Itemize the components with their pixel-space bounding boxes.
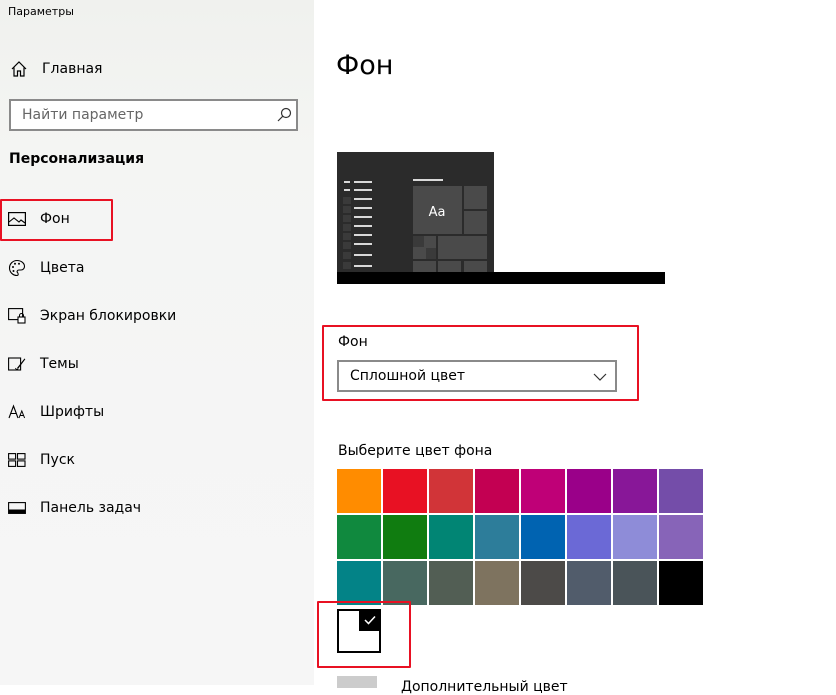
color-swatch[interactable]: [337, 515, 381, 559]
color-swatch[interactable]: [521, 515, 565, 559]
color-swatch[interactable]: [659, 561, 703, 605]
fonts-icon: [8, 403, 26, 421]
color-swatch[interactable]: [521, 561, 565, 605]
taskbar-icon: [8, 499, 26, 517]
color-swatch[interactable]: [613, 515, 657, 559]
sidebar-item-label: Панель задач: [40, 500, 142, 516]
sidebar-item-label: Пуск: [40, 452, 75, 468]
preview-tile-text: Aa: [429, 205, 446, 220]
color-swatch[interactable]: [659, 469, 703, 513]
color-swatch-grid: [337, 469, 703, 605]
color-swatch[interactable]: [429, 515, 473, 559]
search-placeholder: Найти параметр: [22, 107, 144, 123]
desktop-preview: Aa: [337, 152, 665, 284]
app-title: Параметры: [8, 5, 74, 18]
sidebar: Параметры Главная Найти параметр Персона…: [0, 0, 314, 685]
highlight-box-dropdown: [322, 325, 639, 401]
search-input[interactable]: Найти параметр: [9, 99, 298, 131]
color-swatch[interactable]: [429, 561, 473, 605]
color-swatch[interactable]: [337, 469, 381, 513]
page-title: Фон: [336, 50, 394, 81]
home-link[interactable]: Главная: [10, 58, 102, 80]
color-swatch[interactable]: [337, 561, 381, 605]
color-swatch[interactable]: [567, 469, 611, 513]
color-swatch[interactable]: [383, 561, 427, 605]
sidebar-item-colors[interactable]: Цвета: [8, 256, 84, 280]
sidebar-item-label: Цвета: [40, 260, 85, 276]
additional-color-preview: [337, 676, 377, 688]
sidebar-item-label: Шрифты: [40, 404, 105, 420]
color-swatch[interactable]: [521, 469, 565, 513]
color-swatch[interactable]: [659, 515, 703, 559]
color-swatch[interactable]: [383, 515, 427, 559]
sidebar-item-start[interactable]: Пуск: [8, 448, 75, 472]
color-swatch[interactable]: [475, 469, 519, 513]
start-icon: [8, 451, 26, 469]
color-swatch[interactable]: [613, 469, 657, 513]
color-swatch[interactable]: [567, 561, 611, 605]
themes-icon: [8, 355, 26, 373]
sidebar-item-label: Экран блокировки: [40, 308, 177, 324]
additional-color-button[interactable]: Дополнительный цвет: [337, 676, 568, 695]
highlight-box-nav: [0, 199, 113, 241]
color-swatch[interactable]: [475, 515, 519, 559]
lock-screen-icon: [8, 307, 26, 325]
home-icon: [11, 61, 27, 77]
highlight-box-swatch: [317, 601, 411, 668]
additional-color-label: Дополнительный цвет: [401, 679, 568, 695]
color-swatch[interactable]: [613, 561, 657, 605]
palette-icon: [8, 259, 26, 277]
home-label: Главная: [42, 61, 103, 77]
sidebar-item-label: Темы: [40, 356, 79, 372]
sidebar-item-themes[interactable]: Темы: [8, 352, 79, 376]
sidebar-item-lock-screen[interactable]: Экран блокировки: [8, 304, 176, 328]
search-icon[interactable]: [276, 107, 292, 123]
section-title: Персонализация: [9, 151, 145, 167]
sidebar-item-taskbar[interactable]: Панель задач: [8, 496, 141, 520]
color-swatch[interactable]: [429, 469, 473, 513]
sidebar-item-fonts[interactable]: Шрифты: [8, 400, 104, 424]
color-picker-label: Выберите цвет фона: [338, 443, 493, 459]
color-swatch[interactable]: [475, 561, 519, 605]
color-swatch[interactable]: [383, 469, 427, 513]
color-swatch[interactable]: [567, 515, 611, 559]
